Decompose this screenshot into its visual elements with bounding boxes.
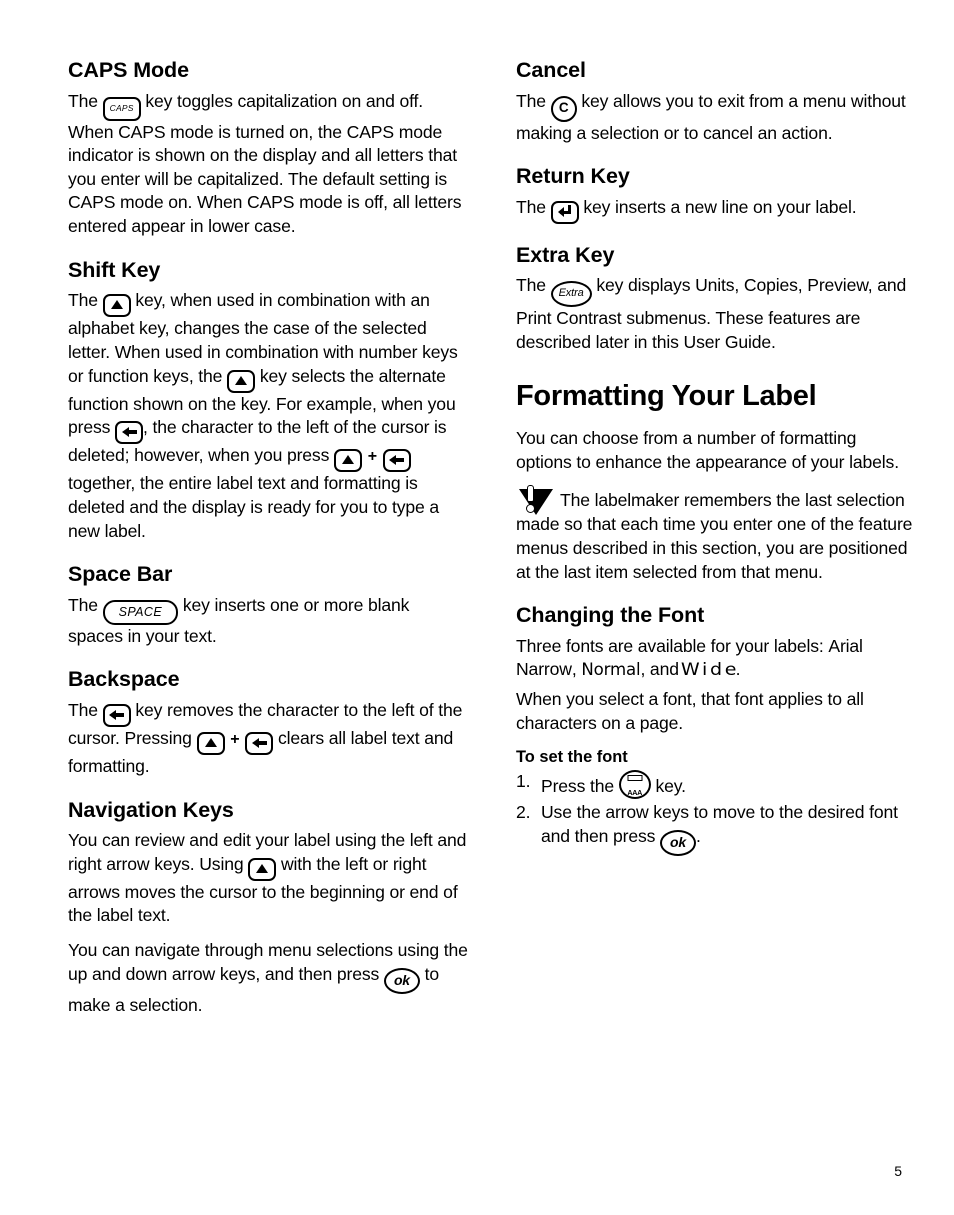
shift-key-icon [333,449,362,473]
paragraph-shift-key: The key, when used in combination with a… [68,289,468,543]
tip-text: The labelmaker remembers the last select… [516,490,913,582]
text-fragment: The [516,275,546,296]
triangle-up-glyph [110,300,123,310]
return-key-icon [550,200,579,224]
arrow-left-glyph [109,709,125,720]
backspace-key-icon [245,731,274,755]
space-key-icon: SPACE [102,599,179,625]
list-item: Press the AAA key. [516,770,916,800]
extra-key-icon: Extra [550,281,592,308]
shift-key-icon [248,857,277,881]
heading-space-bar: Space Bar [68,562,173,587]
heading-backspace: Backspace [68,667,180,692]
caps-key-icon: CAPS [102,96,141,121]
text-fragment: , and [640,659,679,680]
paragraph-space-bar: The SPACE key inserts one or more blank … [68,594,468,649]
shift-key-icon [102,294,131,318]
paragraph-font-applies: When you select a font, that font applie… [516,689,864,733]
paragraph-navigation-2: You can navigate through menu selections… [68,939,468,1017]
text-fragment: The [68,699,98,720]
text-fragment: together, the entire label text and form… [68,473,440,541]
backspace-key-icon [115,421,144,445]
text-fragment: Press the [541,776,614,797]
cancel-key-icon: C [550,95,577,122]
heading-cancel: Cancel [516,58,586,82]
tip-note: The labelmaker remembers the last select… [516,485,916,584]
text-fragment: Three fonts are available for your label… [516,635,824,656]
font-sample-wide: Wide [680,660,739,681]
two-column-layout: CAPS Mode The CAPS key toggles capitaliz… [68,58,912,1028]
triangle-up-glyph [256,863,269,873]
plus-symbol: + [367,448,377,466]
shift-key-icon [227,369,256,393]
triangle-up-glyph [204,737,217,747]
ok-key-label: ok [670,833,686,850]
paragraph-return-key: The key inserts a new line on your label… [516,196,916,224]
text-fragment: key inserts a new line on your label. [583,196,857,217]
text-fragment: The [68,290,98,311]
backspace-key-icon [382,449,411,473]
tip-icon [516,485,556,516]
paragraph-extra-key: The Extra key displays Units, Copies, Pr… [516,274,916,354]
paragraph-navigation-1: You can review and edit your label using… [68,829,468,928]
ok-key-label: ok [393,971,410,988]
triangle-up-glyph [341,455,354,465]
page-number: 5 [894,1163,902,1179]
heading-navigation-keys: Navigation Keys [68,797,234,822]
list-item: Use the arrow keys to move to the desire… [516,801,916,856]
plus-symbol: + [230,730,240,748]
backspace-key-icon [102,703,131,727]
heading-shift-key: Shift Key [68,257,161,282]
paragraph-backspace: The key removes the character to the lef… [68,699,468,779]
paragraph-formatting-intro: You can choose from a number of formatti… [516,427,899,472]
arrow-left-glyph [121,427,137,438]
font-sample-normal: Normal [581,660,641,680]
ok-key-icon: ok [383,967,420,994]
right-column: Cancel The C key allows you to exit from… [516,58,916,858]
return-arrow-glyph [557,204,572,218]
heading-caps-mode: CAPS Mode [68,58,189,82]
text-fragment: key. [655,776,686,797]
shift-key-icon [196,731,225,755]
text-fragment: The [68,90,98,111]
heading-extra-key: Extra Key [516,242,615,267]
heading-return-key: Return Key [516,164,630,189]
font-key-icon: AAA [618,770,651,800]
arrow-left-glyph [251,737,267,748]
text-fragment: , [571,659,577,680]
document-page: CAPS Mode The CAPS key toggles capitaliz… [0,0,954,1215]
heading-changing-the-font: Changing the Font [516,603,705,628]
text-fragment: Use the arrow keys to move to the desire… [541,802,898,846]
heading-to-set-the-font: To set the font [516,747,628,766]
ok-key-icon: ok [660,829,696,856]
text-fragment: The [516,90,546,111]
page-title: Formatting Your Label [516,380,817,413]
paragraph-cancel: The C key allows you to exit from a menu… [516,90,916,146]
arrow-left-glyph [389,455,405,466]
text-fragment: . [696,825,701,846]
paragraph-caps-mode: The CAPS key toggles capitalization on a… [68,90,468,239]
paragraph-font-list: Three fonts are available for your label… [516,635,916,683]
procedure-steps: Press the AAA key. Use the arrow keys to… [516,770,916,856]
font-key-label: AAA [627,787,643,797]
text-fragment: The [516,196,546,217]
triangle-up-glyph [235,375,248,385]
text-fragment: The [68,594,98,615]
left-column: CAPS Mode The CAPS key toggles capitaliz… [68,58,468,1028]
